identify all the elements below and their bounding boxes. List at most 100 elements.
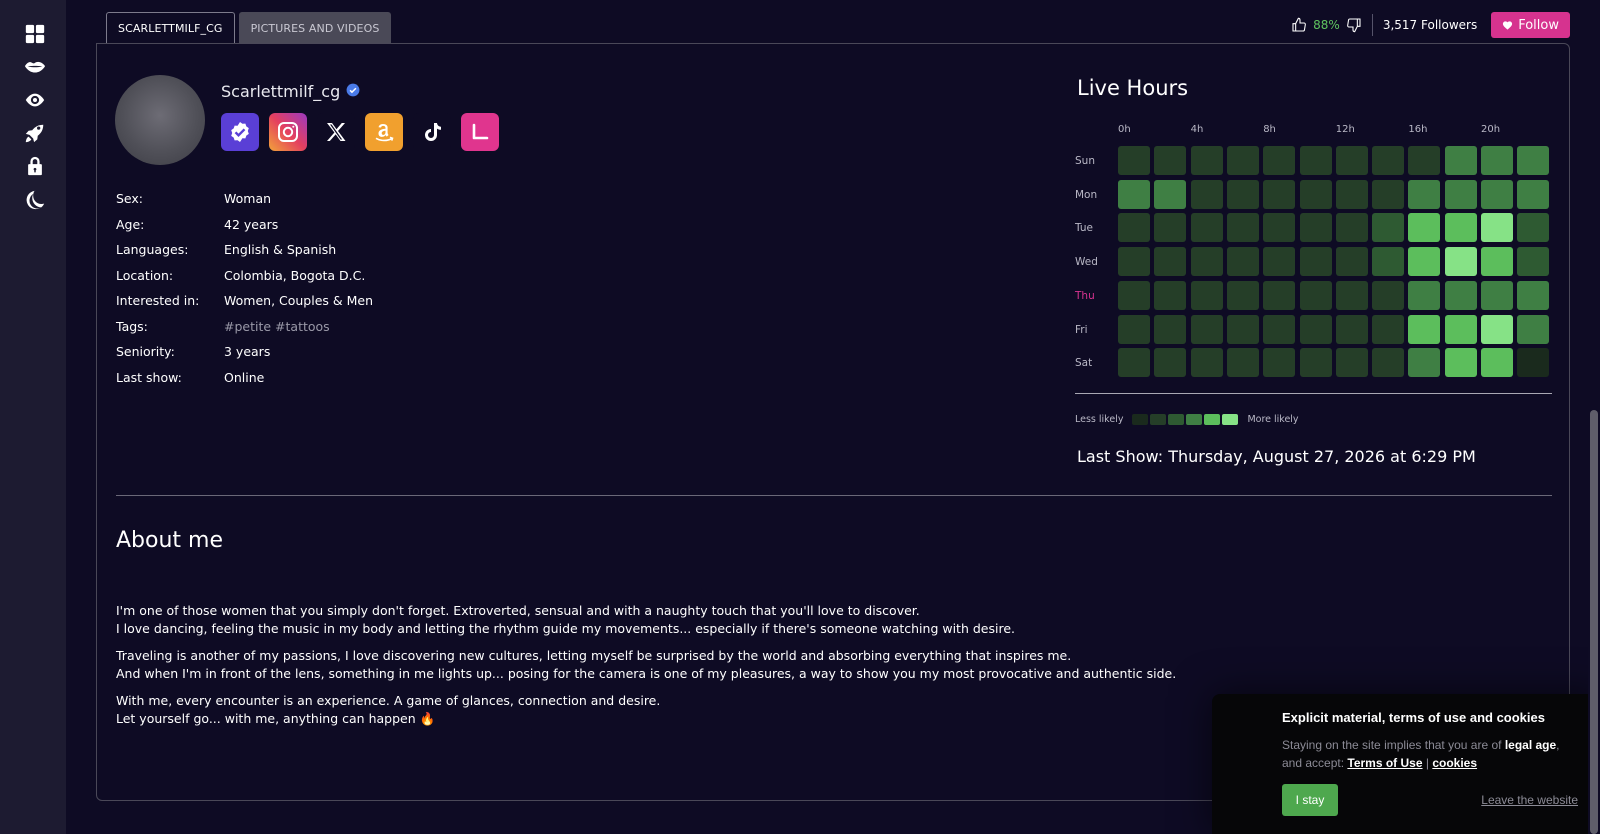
heatmap-cell[interactable] xyxy=(1118,146,1150,175)
heatmap-cell[interactable] xyxy=(1299,280,1332,310)
thumbs-down-icon[interactable] xyxy=(1346,17,1362,33)
heatmap-cell[interactable] xyxy=(1335,146,1368,175)
heatmap-cell[interactable] xyxy=(1190,179,1223,209)
follow-button[interactable]: Follow xyxy=(1491,12,1570,38)
heatmap-cell[interactable] xyxy=(1263,247,1296,277)
heatmap-cell[interactable] xyxy=(1481,179,1513,209)
heatmap-cell[interactable] xyxy=(1408,280,1441,310)
leave-website-link[interactable]: Leave the website xyxy=(1481,793,1578,807)
heatmap-cell[interactable] xyxy=(1372,348,1405,378)
heatmap-cell[interactable] xyxy=(1190,146,1223,175)
heatmap-cell[interactable] xyxy=(1372,280,1405,310)
lips-icon[interactable] xyxy=(23,55,47,79)
heatmap-cell[interactable] xyxy=(1481,280,1513,310)
heatmap-cell[interactable] xyxy=(1481,213,1513,243)
heatmap-cell[interactable] xyxy=(1190,280,1223,310)
avatar[interactable] xyxy=(115,75,205,165)
heatmap-cell[interactable] xyxy=(1154,348,1187,378)
heatmap-cell[interactable] xyxy=(1154,146,1187,175)
eye-icon[interactable] xyxy=(23,88,47,112)
heatmap-cell[interactable] xyxy=(1517,213,1550,243)
tab-pictures-videos[interactable]: PICTURES AND VIDEOS xyxy=(238,12,392,44)
heatmap-cell[interactable] xyxy=(1481,314,1513,344)
heatmap-cell[interactable] xyxy=(1517,179,1550,209)
heatmap-cell[interactable] xyxy=(1408,179,1441,209)
tab-profile[interactable]: SCARLETTMILF_CG xyxy=(106,12,235,44)
tiktok-icon[interactable] xyxy=(413,113,451,151)
heatmap-cell[interactable] xyxy=(1335,179,1368,209)
heatmap-cell[interactable] xyxy=(1481,348,1513,378)
heatmap-cell[interactable] xyxy=(1190,314,1223,344)
instagram-icon[interactable] xyxy=(269,113,307,151)
heatmap-cell[interactable] xyxy=(1154,280,1187,310)
heatmap-cell[interactable] xyxy=(1299,348,1332,378)
heatmap-cell[interactable] xyxy=(1335,280,1368,310)
verified-icon[interactable] xyxy=(221,113,259,151)
lock-icon[interactable] xyxy=(23,154,47,178)
heatmap-cell[interactable] xyxy=(1372,247,1405,277)
heatmap-cell[interactable] xyxy=(1190,348,1223,378)
heatmap-cell[interactable] xyxy=(1263,213,1296,243)
heatmap-cell[interactable] xyxy=(1517,314,1550,344)
heatmap-cell[interactable] xyxy=(1517,348,1550,378)
l-icon[interactable] xyxy=(461,113,499,151)
heatmap-cell[interactable] xyxy=(1226,179,1259,209)
heatmap-cell[interactable] xyxy=(1226,348,1259,378)
heatmap-cell[interactable] xyxy=(1408,146,1441,175)
heatmap-cell[interactable] xyxy=(1299,179,1332,209)
heatmap-cell[interactable] xyxy=(1190,247,1223,277)
heatmap-cell[interactable] xyxy=(1517,280,1550,310)
heatmap-cell[interactable] xyxy=(1263,348,1296,378)
heatmap-cell[interactable] xyxy=(1154,213,1187,243)
heatmap-cell[interactable] xyxy=(1299,213,1332,243)
heatmap-cell[interactable] xyxy=(1517,247,1550,277)
heatmap-cell[interactable] xyxy=(1118,314,1150,344)
heatmap-cell[interactable] xyxy=(1372,314,1405,344)
heatmap-cell[interactable] xyxy=(1118,247,1150,277)
heatmap-cell[interactable] xyxy=(1408,247,1441,277)
heatmap-cell[interactable] xyxy=(1118,280,1150,310)
heatmap-cell[interactable] xyxy=(1372,213,1405,243)
heatmap-cell[interactable] xyxy=(1226,213,1259,243)
heatmap-cell[interactable] xyxy=(1299,146,1332,175)
heatmap-cell[interactable] xyxy=(1226,247,1259,277)
heatmap-cell[interactable] xyxy=(1408,213,1441,243)
heatmap-cell[interactable] xyxy=(1444,179,1477,209)
heatmap-cell[interactable] xyxy=(1154,314,1187,344)
heatmap-cell[interactable] xyxy=(1372,179,1405,209)
moon-icon[interactable] xyxy=(23,188,47,212)
heatmap-cell[interactable] xyxy=(1263,280,1296,310)
heatmap-cell[interactable] xyxy=(1299,314,1332,344)
heatmap-cell[interactable] xyxy=(1154,247,1187,277)
heatmap-cell[interactable] xyxy=(1444,146,1477,175)
thumbs-up-icon[interactable] xyxy=(1291,17,1307,33)
heatmap-cell[interactable] xyxy=(1263,146,1296,175)
heatmap-cell[interactable] xyxy=(1444,348,1477,378)
heatmap-cell[interactable] xyxy=(1263,314,1296,344)
heatmap-cell[interactable] xyxy=(1408,314,1441,344)
grid-icon[interactable] xyxy=(23,22,47,46)
amazon-icon[interactable] xyxy=(365,113,403,151)
terms-link[interactable]: Terms of Use xyxy=(1347,756,1422,770)
heatmap-cell[interactable] xyxy=(1444,213,1477,243)
heatmap-cell[interactable] xyxy=(1372,146,1405,175)
heatmap-cell[interactable] xyxy=(1118,213,1150,243)
heatmap-cell[interactable] xyxy=(1517,146,1550,175)
heatmap-cell[interactable] xyxy=(1481,247,1513,277)
heatmap-cell[interactable] xyxy=(1263,179,1296,209)
rocket-icon[interactable] xyxy=(23,121,47,145)
scrollbar[interactable] xyxy=(1588,0,1600,834)
heatmap-cell[interactable] xyxy=(1335,314,1368,344)
heatmap-cell[interactable] xyxy=(1335,247,1368,277)
x-icon[interactable] xyxy=(317,113,355,151)
heatmap-cell[interactable] xyxy=(1118,348,1150,378)
heatmap-cell[interactable] xyxy=(1408,348,1441,378)
heatmap-cell[interactable] xyxy=(1481,146,1513,175)
heatmap-cell[interactable] xyxy=(1226,146,1259,175)
heatmap-cell[interactable] xyxy=(1444,280,1477,310)
heatmap-cell[interactable] xyxy=(1335,348,1368,378)
stay-button[interactable]: I stay xyxy=(1282,784,1338,816)
heatmap-cell[interactable] xyxy=(1190,213,1223,243)
heatmap-cell[interactable] xyxy=(1226,314,1259,344)
tag-links[interactable]: #petite #tattoos xyxy=(224,319,330,334)
